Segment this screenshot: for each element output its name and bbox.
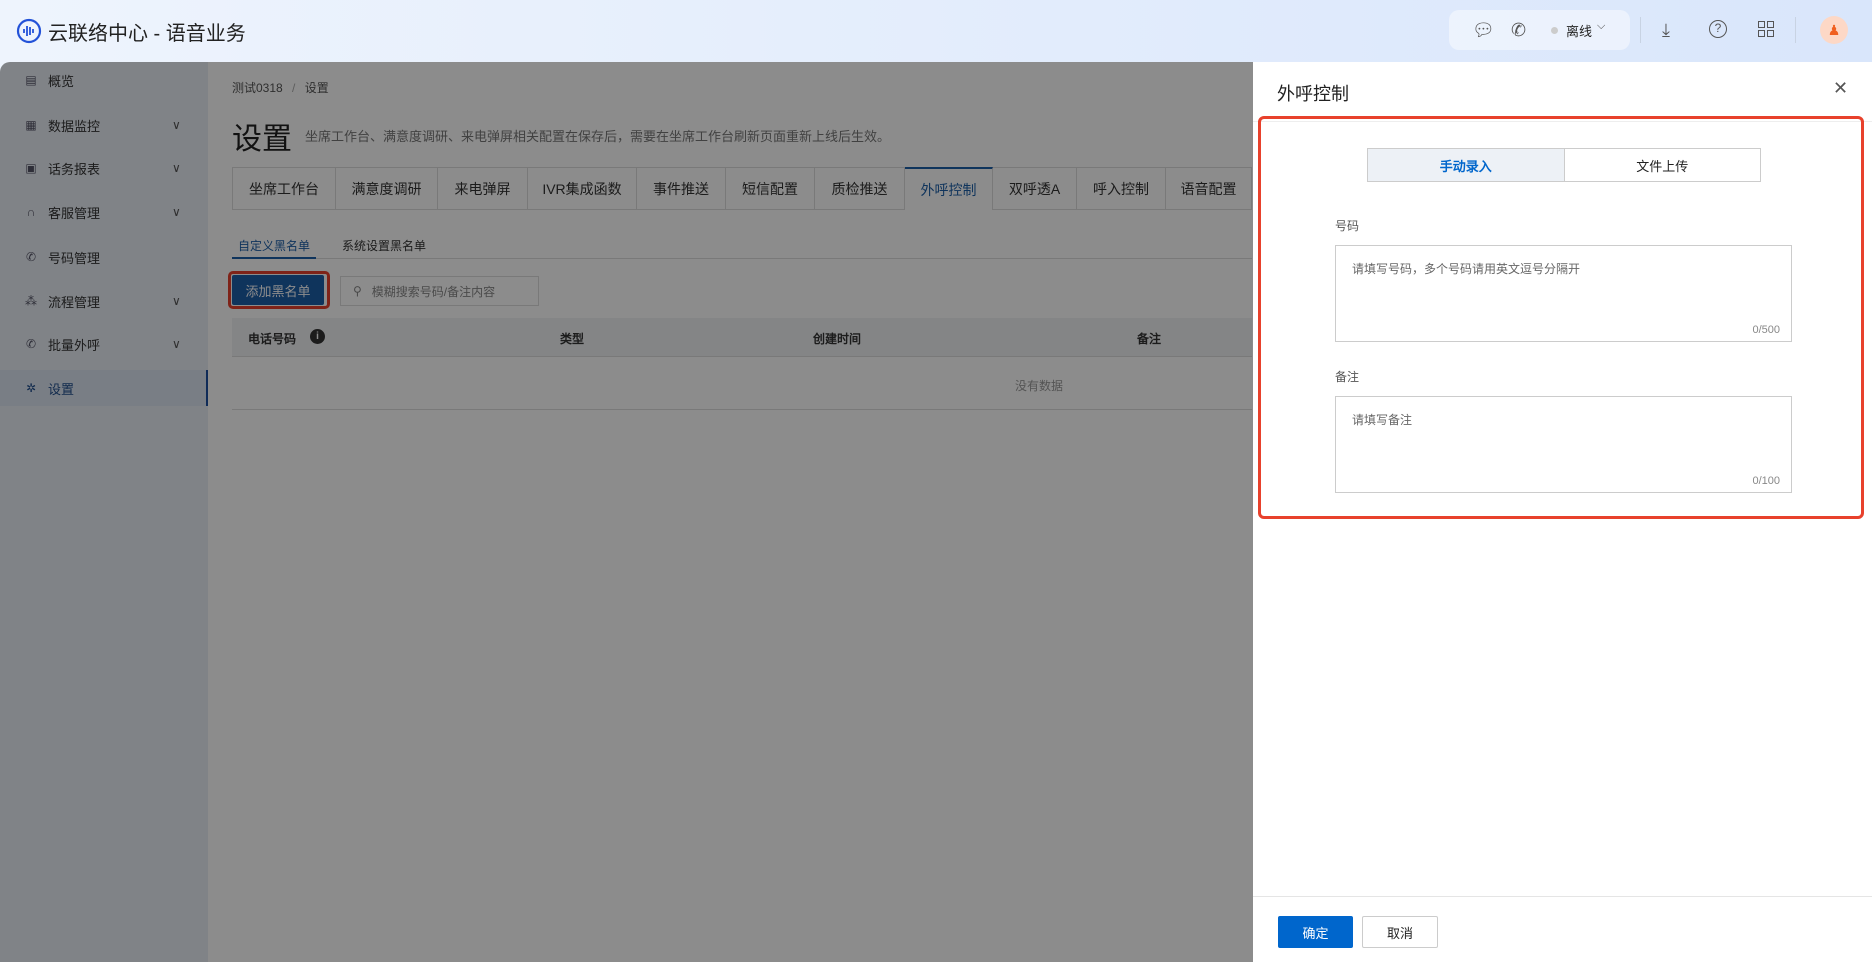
- segment-manual-entry[interactable]: 手动录入: [1368, 149, 1565, 181]
- help-icon[interactable]: ?: [1709, 20, 1727, 38]
- agent-status-panel: 💬︎ ✆ 离线 ⌵: [1449, 10, 1630, 50]
- chat-icon[interactable]: 💬︎: [1472, 20, 1495, 40]
- chevron-down-icon[interactable]: ⌵: [1597, 20, 1605, 33]
- status-dot: [1551, 27, 1558, 34]
- note-char-count: 0/100: [1752, 475, 1780, 487]
- divider: [1253, 896, 1872, 897]
- modal-overlay[interactable]: [0, 62, 1253, 962]
- top-bar: 云联络中心 - 语音业务 💬︎ ✆ 离线 ⌵ ⤓ ? ♟: [0, 0, 1872, 62]
- divider: [1640, 17, 1641, 43]
- note-textarea[interactable]: [1335, 396, 1792, 493]
- input-mode-segment: 手动录入 文件上传: [1367, 148, 1761, 182]
- outbound-control-drawer: 外呼控制 ✕ 手动录入 文件上传 号码 0/500 备注 0/100 确定 取消: [1253, 62, 1872, 962]
- phone-icon[interactable]: ✆: [1511, 20, 1526, 40]
- download-icon[interactable]: ⤓: [1662, 20, 1670, 40]
- note-label: 备注: [1335, 370, 1360, 384]
- number-textarea[interactable]: [1335, 245, 1792, 342]
- logo-icon: [16, 18, 42, 44]
- segment-file-upload[interactable]: 文件上传: [1565, 149, 1761, 181]
- grid-icon[interactable]: [1758, 21, 1774, 37]
- number-label: 号码: [1335, 219, 1360, 233]
- cancel-button[interactable]: 取消: [1362, 916, 1438, 948]
- drawer-title: 外呼控制: [1277, 84, 1349, 104]
- number-char-count: 0/500: [1752, 324, 1780, 336]
- status-dropdown[interactable]: 离线: [1566, 21, 1592, 40]
- close-icon[interactable]: ✕: [1833, 78, 1848, 99]
- divider: [1795, 17, 1796, 43]
- avatar[interactable]: ♟: [1820, 16, 1848, 44]
- app-title: 云联络中心 - 语音业务: [48, 23, 246, 45]
- confirm-button[interactable]: 确定: [1278, 916, 1353, 948]
